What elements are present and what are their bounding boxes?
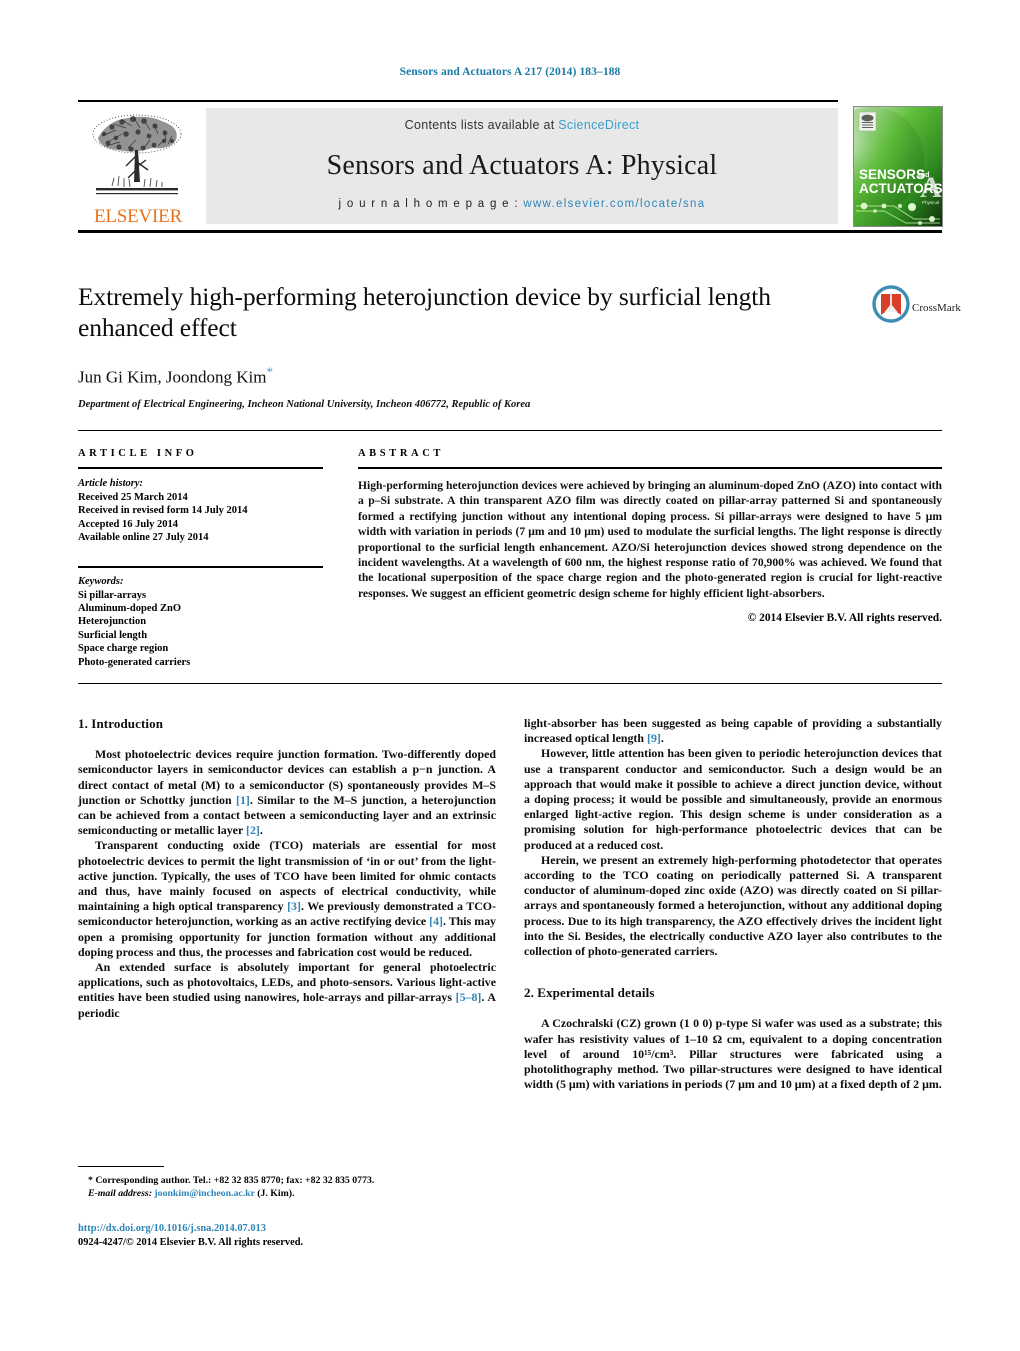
- footnote-rule: [78, 1166, 164, 1167]
- masthead-grey-band: Contents lists available at ScienceDirec…: [206, 108, 838, 224]
- crossmark-icon: [872, 285, 910, 323]
- email-label: E-mail address:: [88, 1188, 152, 1200]
- abstract-column: ABSTRACT High-performing heterojunction …: [358, 448, 942, 624]
- corresponding-author-mark: *: [266, 364, 273, 379]
- email-note: E-mail address: joonkim@incheon.ac.kr (J…: [78, 1187, 498, 1200]
- elsevier-logo: ELSEVIER: [78, 108, 196, 227]
- masthead-body: ELSEVIER Contents lists available at Sci…: [78, 102, 943, 233]
- intro-p1-text-c: .: [259, 823, 263, 838]
- right-paragraph-3: Herein, we present an extremely high-per…: [524, 852, 942, 959]
- keyword-item: Si pillar-arrays: [78, 589, 147, 601]
- right-paragraph-2: However, little attention has been given…: [524, 746, 942, 852]
- section-heading-introduction: 1. Introduction: [78, 716, 164, 731]
- sciencedirect-link[interactable]: ScienceDirect: [558, 118, 639, 132]
- author-names: Jun Gi Kim, Joondong Kim: [78, 367, 267, 387]
- keywords-divider: [78, 565, 323, 568]
- citation-ref-3[interactable]: [3]: [287, 899, 301, 913]
- info-rule-bottom: [78, 683, 942, 684]
- keywords-label: Keywords:: [78, 575, 124, 587]
- journal-homepage-line: j o u r n a l h o m e p a g e : www.else…: [206, 198, 838, 210]
- keyword-item: Heterojunction: [78, 616, 147, 628]
- author-list: Jun Gi Kim, Joondong Kim*: [78, 364, 868, 388]
- abstract-text: High-performing heterojunction devices w…: [358, 479, 942, 600]
- svg-text:Physical: Physical: [922, 200, 939, 205]
- intro-paragraph-3: An extended surface is absolutely import…: [78, 960, 496, 1021]
- masthead-rule-bottom: [78, 230, 942, 233]
- right-paragraph-1: light-absorber has been suggested as bei…: [524, 716, 942, 746]
- page-title: Extremely high-performing heterojunction…: [78, 282, 771, 342]
- abstract-divider: [358, 467, 942, 469]
- email-suffix: (J. Kim).: [257, 1188, 295, 1200]
- footer-block: http://dx.doi.org/10.1016/j.sna.2014.07.…: [78, 1222, 508, 1250]
- experimental-paragraph-1: A Czochralski (CZ) grown (1 0 0) p-type …: [524, 1016, 942, 1092]
- keyword-item: Photo-generated carriers: [78, 656, 191, 668]
- homepage-url-link[interactable]: www.elsevier.com/locate/sna: [523, 198, 705, 210]
- journal-masthead: ELSEVIER Contents lists available at Sci…: [78, 100, 943, 233]
- doi-link[interactable]: http://dx.doi.org/10.1016/j.sna.2014.07.…: [78, 1222, 508, 1236]
- intro-paragraph-1: Most photoelectric devices require junct…: [78, 747, 496, 838]
- svg-text:SENSORS: SENSORS: [859, 167, 925, 182]
- citation-ref-9[interactable]: [9]: [647, 731, 661, 745]
- keyword-item: Space charge region: [78, 643, 169, 655]
- article-info-heading: ARTICLE INFO: [78, 448, 198, 459]
- history-item: Accepted 16 July 2014: [78, 518, 179, 530]
- homepage-prefix: j o u r n a l h o m e p a g e :: [338, 198, 519, 210]
- section-heading-experimental: 2. Experimental details: [524, 985, 655, 1001]
- citation-ref-5-8[interactable]: [5–8]: [456, 990, 482, 1004]
- abstract-copyright: © 2014 Elsevier B.V. All rights reserved…: [747, 612, 942, 625]
- intro-paragraph-2: Transparent conducting oxide (TCO) mater…: [78, 838, 496, 960]
- info-rule-top: [78, 430, 942, 431]
- body-column-left: 1. Introduction Most photoelectric devic…: [78, 716, 496, 1021]
- footnote-block: * Corresponding author. Tel.: +82 32 835…: [78, 1174, 498, 1200]
- citation-ref-4[interactable]: [4]: [429, 914, 443, 928]
- elsevier-tree-icon: [92, 114, 182, 195]
- contents-available-line: Contents lists available at ScienceDirec…: [206, 118, 838, 132]
- paper-page: Sensors and Actuators A 217 (2014) 183–1…: [0, 0, 1020, 1351]
- history-item: Available online 27 July 2014: [78, 532, 209, 544]
- right-p1-text-b: .: [660, 731, 664, 746]
- affiliation: Department of Electrical Engineering, In…: [78, 398, 531, 410]
- crossmark-badge[interactable]: CrossMark: [872, 285, 961, 337]
- running-head: Sensors and Actuators A 217 (2014) 183–1…: [399, 66, 621, 78]
- corresponding-author-note: * Corresponding author. Tel.: +82 32 835…: [88, 1175, 375, 1186]
- right-p1-text-a: light-absorber has been suggested as bei…: [524, 716, 942, 746]
- history-item: Received in revised form 14 July 2014: [78, 505, 248, 517]
- abstract-heading: ABSTRACT: [358, 448, 444, 459]
- issn-copyright-line: 0924-4247/© 2014 Elsevier B.V. All right…: [78, 1237, 304, 1248]
- intro-p3-text-a: An extended surface is absolutely import…: [78, 960, 496, 1005]
- keyword-item: Surficial length: [78, 629, 148, 641]
- citation-ref-1[interactable]: [1]: [236, 793, 250, 807]
- body-column-right: light-absorber has been suggested as bei…: [524, 716, 942, 1092]
- journal-title: Sensors and Actuators A: Physical: [326, 150, 718, 181]
- citation-ref-2[interactable]: [2]: [246, 823, 260, 837]
- article-info-divider: [78, 467, 323, 469]
- email-link[interactable]: joonkim@incheon.ac.kr: [154, 1188, 254, 1199]
- article-info-column: ARTICLE INFO Article history: Received 2…: [78, 448, 323, 669]
- keyword-item: Aluminum-doped ZnO: [78, 603, 181, 615]
- article-history-label: Article history:: [78, 478, 144, 489]
- elsevier-wordmark: ELSEVIER: [93, 206, 183, 227]
- contents-prefix: Contents lists available at: [404, 118, 559, 132]
- title-block: Extremely high-performing heterojunction…: [78, 281, 868, 410]
- crossmark-label: CrossMark: [912, 302, 961, 314]
- journal-cover-art: SENSORS and ACTUATORS A Physical: [854, 107, 942, 226]
- history-item: Received 25 March 2014: [78, 492, 188, 503]
- journal-cover-thumbnail: SENSORS and ACTUATORS A Physical: [853, 106, 943, 227]
